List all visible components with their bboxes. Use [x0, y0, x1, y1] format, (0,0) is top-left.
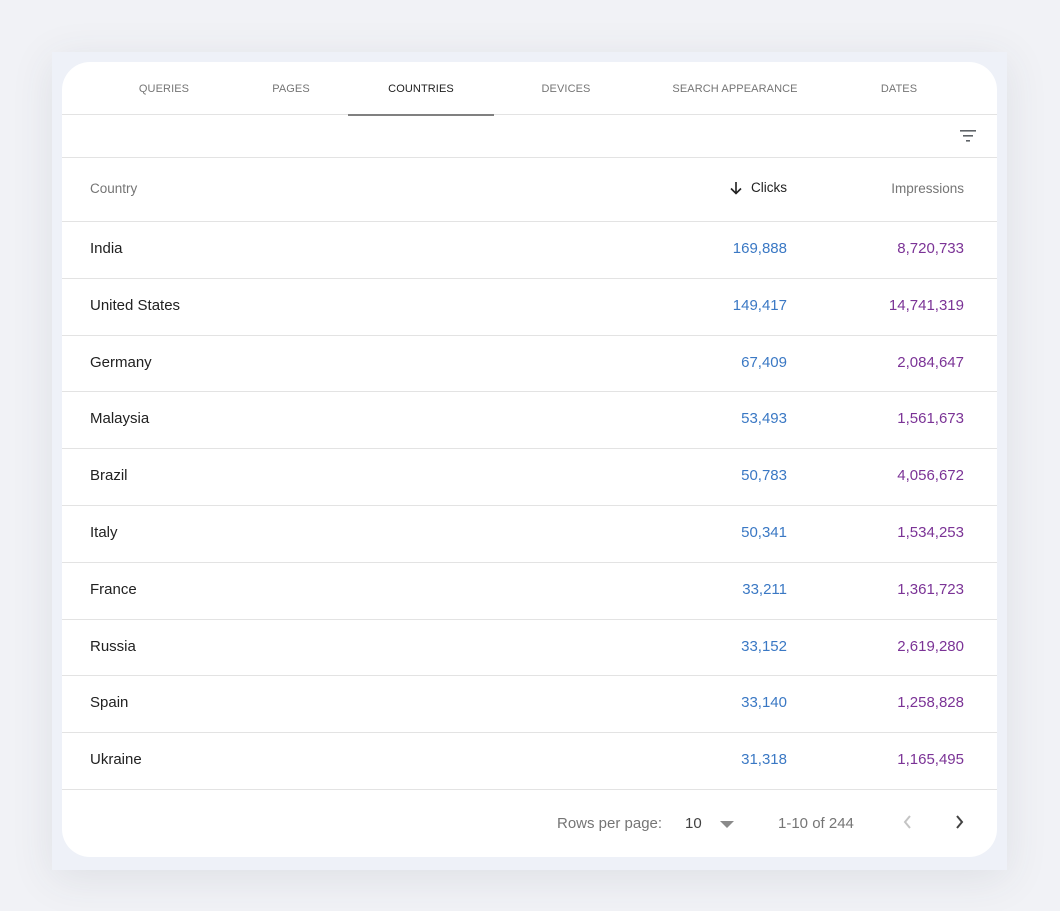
caret-down-icon[interactable] [720, 820, 734, 828]
table-row[interactable]: Brazil 50,783 4,056,672 [62, 449, 997, 506]
column-header-impressions[interactable]: Impressions [891, 181, 964, 196]
cell-impressions: 2,084,647 [897, 353, 964, 371]
next-page-button[interactable] [949, 810, 969, 834]
cell-country: Italy [90, 523, 118, 541]
cell-clicks: 169,888 [732, 240, 787, 257]
cell-country: Russia [90, 637, 136, 655]
filter-list-icon [960, 130, 976, 142]
cell-impressions: 4,056,672 [897, 467, 964, 485]
table-row[interactable]: India 169,888 8,720,733 [62, 222, 997, 279]
cell-impressions: 1,561,673 [897, 410, 964, 428]
chevron-right-icon [956, 815, 964, 829]
cell-country: Ukraine [90, 751, 142, 769]
cell-impressions: 1,361,723 [897, 580, 964, 598]
cell-clicks: 67,409 [741, 353, 787, 371]
column-header-clicks[interactable]: Clicks [729, 180, 787, 195]
tab-devices[interactable]: DEVICES [521, 62, 611, 115]
pagination-bar: Rows per page: 10 1-10 of 244 [62, 790, 997, 856]
tab-pages[interactable]: PAGES [251, 62, 331, 115]
cell-impressions: 8,720,733 [897, 240, 964, 257]
column-header-country[interactable]: Country [90, 181, 137, 196]
table-row[interactable]: Malaysia 53,493 1,561,673 [62, 392, 997, 450]
cell-clicks: 31,318 [741, 751, 787, 769]
rows-per-page-select[interactable]: 10 [685, 815, 702, 832]
tab-countries[interactable]: COUNTRIES [348, 62, 494, 116]
table-header: Country Clicks Impressions [62, 158, 997, 222]
rows-per-page-label: Rows per page: [557, 814, 663, 832]
cell-impressions: 2,619,280 [897, 637, 964, 655]
cell-country: Spain [90, 694, 129, 712]
table-row[interactable]: Ukraine 31,318 1,165,495 [62, 733, 997, 790]
cell-clicks: 53,493 [741, 410, 787, 428]
table-body: India 169,888 8,720,733 United States 14… [62, 222, 997, 790]
table-row[interactable]: France 33,211 1,361,723 [62, 563, 997, 620]
table-row[interactable]: Spain 33,140 1,258,828 [62, 676, 997, 734]
cell-country: United States [90, 296, 181, 314]
cell-clicks: 149,417 [732, 296, 787, 314]
cell-impressions: 1,165,495 [897, 751, 964, 769]
cell-impressions: 1,534,253 [897, 523, 964, 541]
cell-clicks: 50,341 [741, 523, 787, 541]
arrow-down-icon [730, 181, 742, 195]
cell-country: France [90, 580, 137, 598]
page-frame: QUERIES PAGES COUNTRIES DEVICES SEARCH A… [52, 52, 1007, 870]
cell-impressions: 14,741,319 [888, 296, 964, 314]
cell-clicks: 33,140 [741, 694, 787, 712]
column-header-clicks-label: Clicks [751, 180, 787, 195]
cell-country: Malaysia [90, 410, 150, 428]
filter-button[interactable] [957, 125, 979, 147]
cell-country: Germany [90, 353, 152, 371]
table-row[interactable]: Russia 33,152 2,619,280 [62, 620, 997, 677]
table-row[interactable]: Germany 67,409 2,084,647 [62, 336, 997, 393]
previous-page-button[interactable] [898, 810, 918, 834]
dimension-tabs: QUERIES PAGES COUNTRIES DEVICES SEARCH A… [62, 62, 997, 116]
tab-queries[interactable]: QUERIES [114, 62, 214, 115]
cell-impressions: 1,258,828 [897, 694, 964, 712]
table-toolbar [62, 115, 997, 158]
performance-table-card: QUERIES PAGES COUNTRIES DEVICES SEARCH A… [62, 62, 997, 857]
pagination-range: 1-10 of 244 [778, 814, 854, 832]
cell-clicks: 33,211 [742, 580, 787, 598]
cell-clicks: 33,152 [741, 637, 787, 655]
tab-dates[interactable]: DATES [859, 62, 939, 115]
cell-clicks: 50,783 [741, 467, 787, 485]
table-row[interactable]: Italy 50,341 1,534,253 [62, 506, 997, 563]
cell-country: Brazil [90, 467, 128, 485]
chevron-left-icon [903, 815, 911, 829]
table-row[interactable]: United States 149,417 14,741,319 [62, 279, 997, 336]
cell-country: India [90, 240, 123, 257]
tab-search-appearance[interactable]: SEARCH APPEARANCE [660, 62, 810, 115]
